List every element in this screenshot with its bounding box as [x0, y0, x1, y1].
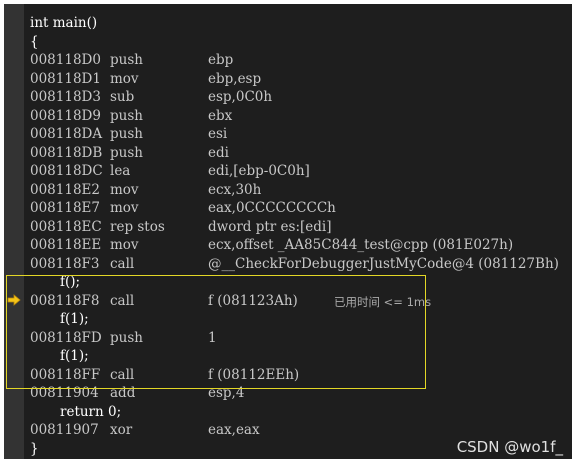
- asm-operands: @__CheckForDebuggerJustMyCode@4 (081127B…: [208, 255, 559, 272]
- asm-address: 008118D9: [30, 107, 101, 124]
- asm-line[interactable]: 008118EC rep stos dword ptr es:[edi]: [30, 218, 572, 237]
- indicator-margin[interactable]: [4, 4, 24, 459]
- source-line: f(1);: [60, 348, 89, 364]
- watermark: CSDN @wo1f_: [456, 438, 563, 456]
- asm-address: 008118D0: [30, 52, 101, 68]
- asm-operands: ebp,esp: [208, 70, 262, 87]
- asm-opcode: call: [110, 292, 135, 309]
- asm-line[interactable]: 008118D0 push ebp: [30, 51, 572, 70]
- asm-opcode: mov: [110, 237, 139, 253]
- asm-opcode: push: [110, 144, 143, 161]
- asm-line[interactable]: 008118E2 mov ecx,30h: [30, 181, 572, 200]
- asm-operands: f (08112EEh): [208, 366, 300, 383]
- asm-operands: ebp: [208, 52, 234, 68]
- asm-opcode: call: [110, 366, 135, 383]
- asm-opcode: sub: [110, 89, 135, 105]
- disassembly-window: int main() { 008118D0 push ebp 008118D1 mov…: [4, 4, 572, 459]
- asm-opcode: mov: [110, 181, 139, 198]
- asm-opcode: mov: [110, 200, 139, 216]
- source-line: f();: [60, 274, 81, 290]
- asm-opcode: call: [110, 255, 135, 272]
- asm-opcode: push: [110, 52, 143, 68]
- asm-address: 008118FF: [30, 366, 101, 383]
- asm-address: 008118D3: [30, 89, 101, 105]
- asm-opcode: push: [110, 107, 143, 124]
- asm-line[interactable]: 008118D9 push ebx: [30, 107, 572, 126]
- asm-operands: f (081123Ah): [208, 292, 298, 309]
- asm-address: 00811904: [30, 385, 99, 401]
- perf-tip-elapsed[interactable]: 已用时间 <= 1ms: [334, 293, 431, 312]
- asm-operands: eax,0CCCCCCCCh: [208, 200, 336, 216]
- asm-address: 008118E2: [30, 181, 100, 198]
- asm-line[interactable]: 008118E7 mov eax,0CCCCCCCCh: [30, 199, 572, 218]
- asm-address: 008118DA: [30, 126, 103, 142]
- disassembly-code: int main() { 008118D0 push ebp 008118D1 mov…: [30, 14, 572, 458]
- asm-address: 008118F3: [30, 255, 100, 272]
- asm-operands: esi: [208, 126, 228, 142]
- asm-opcode: xor: [110, 422, 133, 438]
- asm-operands: ebx: [208, 107, 233, 124]
- asm-operands: eax,eax: [208, 422, 260, 438]
- asm-opcode: push: [110, 329, 143, 346]
- asm-line[interactable]: 008118FD push 1: [30, 329, 572, 348]
- asm-opcode: mov: [110, 70, 139, 87]
- asm-address: 008118EC: [30, 218, 102, 235]
- asm-address: 008118FD: [30, 329, 102, 346]
- asm-line-current[interactable]: 008118F8 call f (081123Ah) 已用时间 <= 1ms: [30, 292, 572, 311]
- asm-opcode: rep stos: [110, 218, 165, 235]
- instruction-pointer-arrow-icon[interactable]: [7, 294, 21, 306]
- asm-opcode: push: [110, 126, 143, 142]
- asm-operands: esp,4: [208, 385, 245, 401]
- asm-line[interactable]: 008118FF call f (08112EEh): [30, 366, 572, 385]
- asm-address: 00811907: [30, 422, 99, 438]
- asm-operands: edi: [208, 144, 229, 161]
- asm-line[interactable]: 008118DC lea edi,[ebp-0C0h]: [30, 162, 572, 181]
- asm-address: 008118DB: [30, 144, 103, 161]
- asm-line[interactable]: 00811907 xor eax,eax: [30, 421, 572, 440]
- source-line: {: [30, 33, 39, 50]
- asm-line[interactable]: 008118D3 sub esp,0C0h: [30, 88, 572, 107]
- asm-line[interactable]: 008118DB push edi: [30, 144, 572, 163]
- asm-line[interactable]: 00811904 add esp,4: [30, 384, 572, 403]
- asm-line[interactable]: 008118D1 mov ebp,esp: [30, 70, 572, 89]
- asm-line[interactable]: 008118DA push esi: [30, 125, 572, 144]
- asm-operands: 1: [208, 329, 217, 346]
- asm-address: 008118DC: [30, 163, 103, 179]
- asm-address: 008118EE: [30, 237, 102, 253]
- asm-opcode: lea: [110, 163, 131, 179]
- asm-operands: ecx,30h: [208, 181, 262, 198]
- asm-address: 008118F8: [30, 292, 100, 309]
- asm-operands: dword ptr es:[edi]: [208, 218, 332, 235]
- asm-address: 008118D1: [30, 70, 101, 87]
- source-line: f(1);: [60, 311, 89, 327]
- asm-line[interactable]: 008118F3 call @__CheckForDebuggerJustMyCod…: [30, 255, 572, 274]
- asm-operands: esp,0C0h: [208, 89, 273, 105]
- asm-address: 008118E7: [30, 200, 100, 216]
- source-line: return 0;: [60, 403, 122, 420]
- source-line: int main(): [30, 15, 98, 31]
- asm-operands: edi,[ebp-0C0h]: [208, 163, 310, 179]
- asm-line[interactable]: 008118EE mov ecx,offset _AA85C844_test@cpp…: [30, 236, 572, 255]
- asm-opcode: add: [110, 385, 136, 401]
- asm-operands: ecx,offset _AA85C844_test@cpp (081E027h): [208, 237, 514, 253]
